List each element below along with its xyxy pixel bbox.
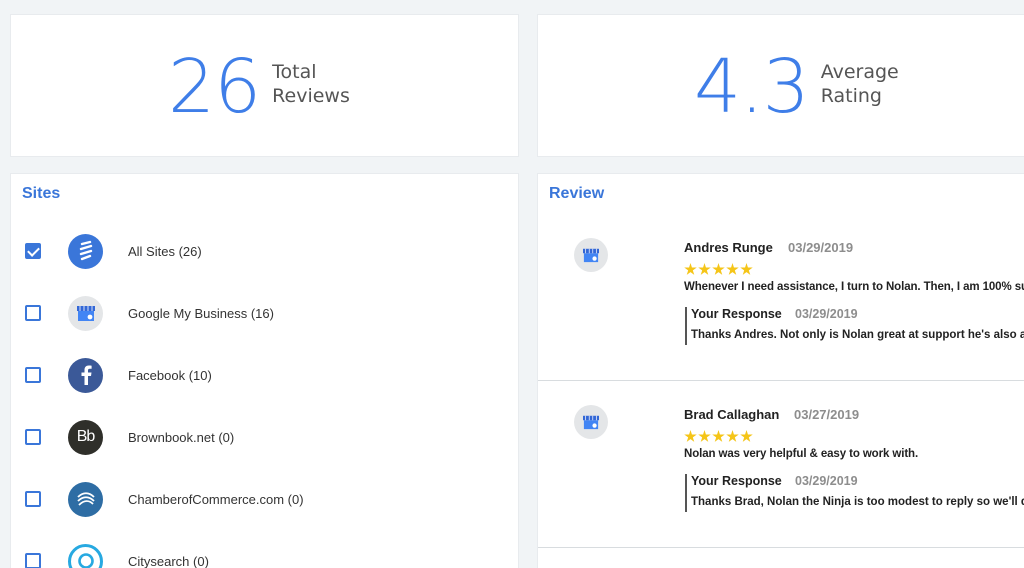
reviewer-name: Andres Runge — [684, 240, 773, 255]
response-text: Thanks Brad, Nolan the Ninja is too mode… — [691, 496, 1024, 508]
star-icon — [698, 430, 711, 442]
star-rating — [684, 430, 753, 443]
total-reviews-label: Total Reviews — [272, 60, 350, 108]
response-label: Your Response — [691, 307, 782, 321]
google-my-business-icon — [68, 295, 103, 331]
site-checkbox-facebook[interactable] — [25, 367, 41, 383]
site-item-citysearch[interactable]: Citysearch (0) — [11, 541, 511, 568]
site-label-brownbook: Brownbook.net (0) — [128, 429, 235, 445]
google-my-business-icon — [574, 238, 608, 272]
site-item-google-my-business[interactable]: Google My Business (16) — [11, 293, 511, 333]
chamberofcommerce-icon — [68, 481, 103, 517]
star-icon — [684, 263, 697, 275]
site-checkbox-google-my-business[interactable] — [25, 305, 41, 321]
average-rating-stat: 4.3 Average Rating — [694, 15, 899, 158]
total-reviews-card: 26 Total Reviews — [10, 14, 519, 157]
star-rating — [684, 263, 753, 276]
site-item-brownbook[interactable]: Bb Brownbook.net (0) — [11, 417, 511, 457]
average-rating-value: 4.3 — [694, 43, 810, 130]
site-label-all-sites: All Sites (26) — [128, 243, 202, 259]
star-icon — [684, 430, 697, 442]
star-icon — [726, 263, 739, 275]
site-label-chamberofcommerce: ChamberofCommerce.com (0) — [128, 491, 304, 507]
reviewer-name: Brad Callaghan — [684, 407, 780, 422]
all-sites-icon — [68, 233, 103, 269]
star-icon — [740, 430, 753, 442]
site-label-google-my-business: Google My Business (16) — [128, 305, 274, 321]
review-text: Nolan was very helpful & easy to work wi… — [684, 448, 919, 460]
sites-title: Sites — [22, 185, 61, 202]
review-title: Review — [549, 185, 605, 202]
site-item-all-sites[interactable]: All Sites (26) — [11, 231, 511, 271]
total-label-line1: Total — [272, 60, 317, 83]
total-reviews-value: 26 — [168, 43, 261, 130]
site-checkbox-citysearch[interactable] — [25, 553, 41, 568]
brownbook-icon-text: Bb — [76, 428, 96, 445]
site-item-chamberofcommerce[interactable]: ChamberofCommerce.com (0) — [11, 479, 511, 519]
total-reviews-stat: 26 Total Reviews — [168, 15, 350, 158]
average-label-line2: Rating — [820, 84, 882, 107]
brownbook-icon: Bb — [68, 419, 103, 455]
review-item: Brad Callaghan 03/27/2019 Nolan was very… — [538, 381, 1024, 548]
review-panel: Review Andres Runge 03/29/2019 Whenever … — [537, 173, 1024, 568]
total-label-line2: Reviews — [272, 84, 350, 107]
facebook-icon — [68, 357, 103, 393]
average-rating-card: 4.3 Average Rating — [537, 14, 1024, 157]
average-rating-label: Average Rating — [821, 60, 899, 108]
star-icon — [712, 263, 725, 275]
response-date: 03/29/2019 — [795, 307, 858, 321]
review-response: Your Response 03/29/2019 Thanks Brad, No… — [685, 474, 1024, 512]
review-text: Whenever I need assistance, I turn to No… — [684, 281, 1024, 293]
site-checkbox-brownbook[interactable] — [25, 429, 41, 445]
site-checkbox-all-sites[interactable] — [25, 243, 41, 259]
site-item-facebook[interactable]: Facebook (10) — [11, 355, 511, 395]
review-date: 03/29/2019 — [788, 240, 854, 255]
star-icon — [740, 263, 753, 275]
star-icon — [712, 430, 725, 442]
google-my-business-icon — [574, 405, 608, 439]
review-date: 03/27/2019 — [794, 407, 860, 422]
site-label-citysearch: Citysearch (0) — [128, 553, 209, 568]
site-label-facebook: Facebook (10) — [128, 367, 212, 383]
sites-panel: Sites All Sites (26) Google My Business … — [10, 173, 519, 568]
site-checkbox-chamberofcommerce[interactable] — [25, 491, 41, 507]
response-text: Thanks Andres. Not only is Nolan great a… — [691, 329, 1024, 341]
response-date: 03/29/2019 — [795, 474, 858, 488]
citysearch-icon — [68, 543, 103, 568]
star-icon — [726, 430, 739, 442]
review-item: Andres Runge 03/29/2019 Whenever I need … — [538, 214, 1024, 381]
response-label: Your Response — [691, 474, 782, 488]
star-icon — [698, 263, 711, 275]
review-response: Your Response 03/29/2019 Thanks Andres. … — [685, 307, 1024, 345]
average-label-line1: Average — [820, 60, 899, 83]
